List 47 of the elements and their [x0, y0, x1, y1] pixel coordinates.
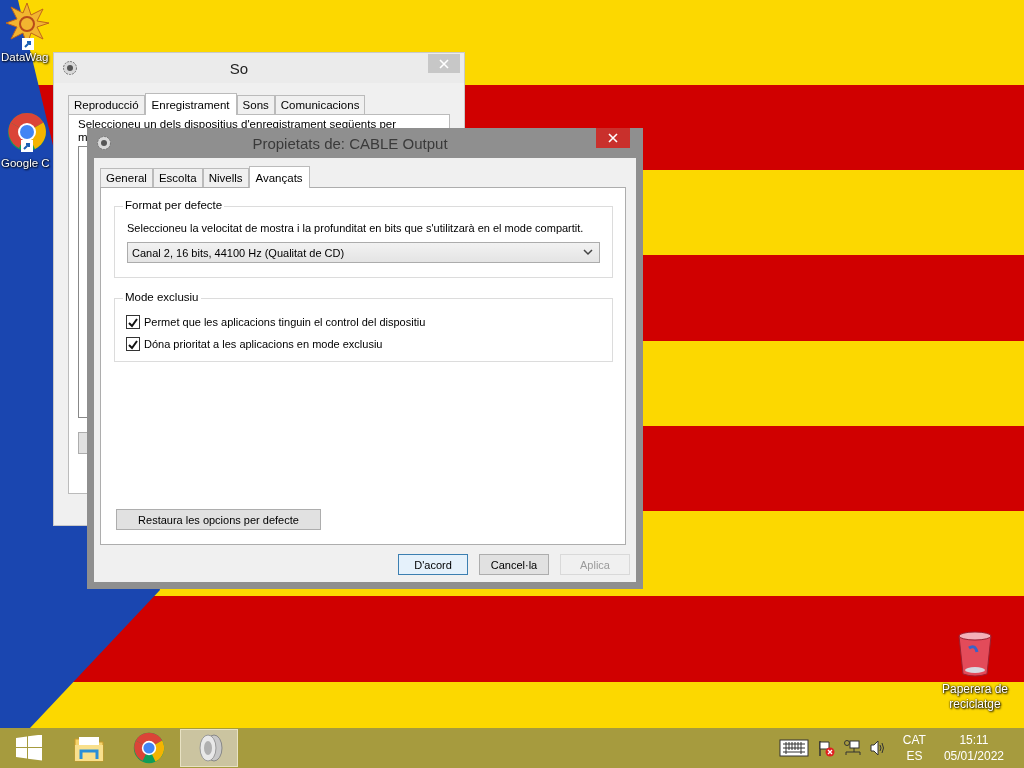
- dialog-button[interactable]: Cancel·la: [479, 554, 549, 575]
- shortcut-arrow-icon: [21, 140, 33, 152]
- language-code: CAT: [902, 732, 926, 748]
- keyboard-icon[interactable]: [778, 739, 809, 757]
- restore-defaults-button[interactable]: Restaura les opcions per defecte: [116, 509, 321, 530]
- tab[interactable]: Avançats: [248, 166, 310, 188]
- instruction-text: m: [78, 131, 88, 144]
- chevron-down-icon: [583, 249, 593, 256]
- desktop-icon-label[interactable]: Google C: [0, 156, 50, 171]
- dialog-button[interactable]: D'acord: [398, 554, 468, 575]
- group-label: Format per defecte: [123, 199, 225, 211]
- window-title: Propietats de: CABLE Output: [251, 134, 449, 152]
- checkbox-label: Dóna prioritat a les aplicacions en mode exclusiu: [144, 338, 383, 350]
- checkmark-icon: [127, 338, 139, 350]
- windows-logo-icon: [16, 735, 42, 761]
- speaker-gear-icon: [62, 60, 78, 76]
- tab[interactable]: Sons: [236, 95, 275, 114]
- close-icon: [608, 133, 618, 143]
- checkbox[interactable]: [126, 337, 140, 351]
- chrome-icon: [133, 732, 165, 764]
- volume-icon[interactable]: [868, 739, 887, 757]
- tab[interactable]: Enregistrament: [144, 93, 237, 115]
- tab[interactable]: Nivells: [202, 168, 249, 187]
- shortcut-arrow-icon: [22, 38, 34, 50]
- window-title: So: [228, 59, 250, 77]
- checkbox-label: Permet que les aplicacions tinguin el control del dispositiu: [144, 316, 426, 328]
- tab[interactable]: Reproducció: [68, 95, 145, 114]
- time-text: 15:11: [959, 732, 989, 748]
- date-text: 05/01/2022: [943, 748, 1004, 764]
- description-text: Seleccioneu la velocitat de mostra i la profunditat en bits que s'utilitzarà en el mode compartit.: [127, 221, 585, 235]
- checkbox[interactable]: [126, 315, 140, 329]
- close-icon: [439, 58, 449, 69]
- tab[interactable]: Comunicacions: [274, 95, 366, 114]
- close-button[interactable]: [596, 128, 630, 148]
- instruction-text: Seleccioneu un dels dispositius d'enregistrament següents per: [78, 118, 397, 131]
- dropdown-value: Canal 2, 16 bits, 44100 Hz (Qualitat de CD): [132, 246, 345, 259]
- tab[interactable]: General: [100, 168, 153, 187]
- tab[interactable]: Escolta: [152, 168, 203, 187]
- speaker-gear-icon: [96, 135, 112, 151]
- format-dropdown[interactable]: Canal 2, 16 bits, 44100 Hz (Qualitat de CD): [127, 242, 600, 263]
- network-icon[interactable]: [842, 739, 861, 757]
- flag-icon[interactable]: [816, 739, 835, 757]
- recycle-bin-icon: [955, 630, 995, 678]
- group-label: Mode exclusiu: [123, 291, 201, 303]
- keyboard-layout-code: ES: [906, 748, 923, 764]
- checkmark-icon: [127, 316, 139, 328]
- chrome-icon: [7, 112, 47, 152]
